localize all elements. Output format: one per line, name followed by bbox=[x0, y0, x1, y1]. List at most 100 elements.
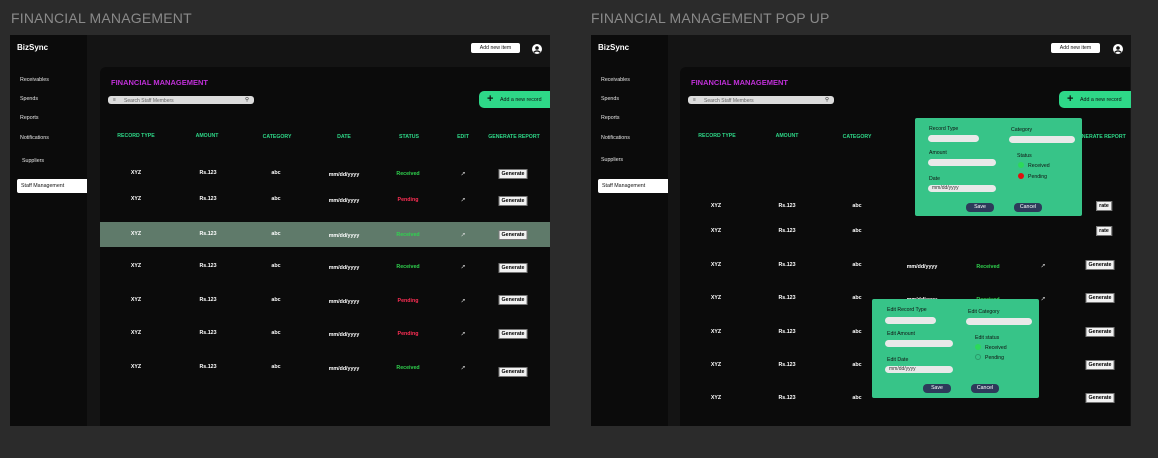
table-row-highlight[interactable] bbox=[100, 222, 550, 247]
sidebar: BizSync Receivables Spends Reports Notif… bbox=[591, 35, 668, 426]
generate-button[interactable]: Generate bbox=[1085, 260, 1115, 270]
generate-button[interactable]: Generate bbox=[498, 329, 528, 339]
generate-button-partial[interactable]: rate bbox=[1096, 226, 1112, 236]
date-label: Date bbox=[929, 176, 940, 182]
add-new-item-button[interactable]: Add new item bbox=[471, 43, 520, 53]
edit-icon[interactable]: ↗ bbox=[460, 232, 465, 239]
row-amount: Rs.123 bbox=[199, 196, 217, 202]
row-amount: Rs.123 bbox=[778, 329, 796, 335]
search-icon[interactable]: ⚲ bbox=[825, 97, 829, 103]
edit-received-radio[interactable] bbox=[975, 344, 981, 350]
sidebar-item-staff-management[interactable]: Staff Management bbox=[598, 179, 668, 193]
generate-button-partial[interactable]: rate bbox=[1096, 201, 1112, 211]
row-status: Received bbox=[396, 171, 420, 177]
page-title: FINANCIAL MANAGEMENT bbox=[111, 78, 208, 87]
sidebar-item-spends[interactable]: Spends bbox=[20, 96, 38, 102]
pending-radio[interactable] bbox=[1018, 173, 1024, 179]
edit-category-field[interactable] bbox=[966, 318, 1032, 325]
edit-cancel-button[interactable]: Cancel bbox=[971, 384, 999, 393]
edit-status-label: Edit status bbox=[975, 335, 1000, 341]
sidebar-item-spends[interactable]: Spends bbox=[601, 96, 619, 102]
add-new-item-button[interactable]: Add new item bbox=[1051, 43, 1100, 53]
generate-button[interactable]: Generate bbox=[1085, 293, 1115, 303]
edit-record-type-field[interactable] bbox=[885, 317, 936, 324]
amount-field[interactable] bbox=[928, 159, 996, 166]
add-record-button[interactable]: + Add a new record bbox=[1059, 91, 1131, 108]
row-date: mm/dd/yyyy bbox=[328, 233, 360, 239]
edit-record-popup: Edit Record Type Edit Category Edit Amou… bbox=[872, 299, 1039, 398]
sidebar-item-notifications[interactable]: Notifications bbox=[601, 135, 630, 141]
col-header-amount: AMOUNT bbox=[775, 133, 799, 139]
row-category: abc bbox=[271, 263, 281, 269]
sidebar-item-receivables[interactable]: Receivables bbox=[601, 77, 630, 83]
generate-button[interactable]: Generate bbox=[498, 169, 528, 179]
add-record-popup: Record Type Category Amount Status Recei… bbox=[915, 118, 1082, 216]
sidebar-item-staff-management[interactable]: Staff Management bbox=[17, 179, 87, 193]
row-amount: Rs.123 bbox=[778, 203, 796, 209]
col-header-amount: AMOUNT bbox=[195, 133, 219, 139]
record-type-field[interactable] bbox=[928, 135, 979, 142]
generate-button[interactable]: Generate bbox=[498, 263, 528, 273]
user-avatar-icon[interactable] bbox=[532, 44, 542, 54]
row-category: abc bbox=[271, 297, 281, 303]
row-status: Received bbox=[396, 264, 420, 270]
category-field[interactable] bbox=[1009, 136, 1075, 143]
generate-button[interactable]: Generate bbox=[498, 230, 528, 240]
brand-logo: BizSync bbox=[17, 43, 49, 52]
sidebar-item-suppliers[interactable]: Suppliers bbox=[22, 158, 44, 164]
sidebar-item-reports[interactable]: Reports bbox=[601, 115, 620, 121]
edit-save-button[interactable]: Save bbox=[923, 384, 951, 393]
frame-title-main: FINANCIAL MANAGEMENT bbox=[11, 10, 192, 26]
row-category: abc bbox=[852, 362, 862, 368]
user-avatar-icon[interactable] bbox=[1113, 44, 1123, 54]
row-record-type: XYZ bbox=[130, 263, 142, 269]
edit-icon[interactable]: ↗ bbox=[460, 171, 465, 178]
edit-icon[interactable]: ↗ bbox=[460, 298, 465, 305]
row-status: Pending bbox=[397, 197, 419, 203]
sidebar-item-reports[interactable]: Reports bbox=[20, 115, 39, 121]
generate-button[interactable]: Generate bbox=[498, 367, 528, 377]
edit-pending-radio[interactable] bbox=[975, 354, 981, 360]
generate-button[interactable]: Generate bbox=[1085, 360, 1115, 370]
edit-icon[interactable]: ↗ bbox=[460, 197, 465, 204]
cancel-button[interactable]: Cancel bbox=[1014, 203, 1042, 212]
row-record-type: XYZ bbox=[710, 362, 722, 368]
search-input[interactable]: ≡ Search Staff Members ⚲ bbox=[688, 96, 834, 104]
generate-button[interactable]: Generate bbox=[1085, 327, 1115, 337]
edit-icon[interactable]: ↗ bbox=[460, 365, 465, 372]
edit-icon[interactable]: ↗ bbox=[460, 331, 465, 338]
generate-button[interactable]: Generate bbox=[498, 196, 528, 206]
search-icon[interactable]: ⚲ bbox=[245, 97, 249, 103]
generate-button[interactable]: Generate bbox=[498, 295, 528, 305]
received-radio[interactable] bbox=[1018, 162, 1024, 168]
menu-icon: ≡ bbox=[113, 97, 116, 103]
edit-amount-field[interactable] bbox=[885, 340, 953, 347]
row-amount: Rs.123 bbox=[199, 330, 217, 336]
edit-icon[interactable]: ↗ bbox=[1040, 263, 1045, 270]
row-category: abc bbox=[271, 330, 281, 336]
row-amount: Rs.123 bbox=[199, 263, 217, 269]
search-input[interactable]: ≡ Search Staff Members ⚲ bbox=[108, 96, 254, 104]
row-record-type: XYZ bbox=[710, 228, 722, 234]
row-record-type: XYZ bbox=[710, 329, 722, 335]
sidebar-item-notifications[interactable]: Notifications bbox=[20, 135, 49, 141]
row-category: abc bbox=[852, 329, 862, 335]
col-header-generate-report: GENERATE REPORT bbox=[488, 134, 540, 140]
sidebar-item-suppliers[interactable]: Suppliers bbox=[601, 157, 623, 163]
main-panel: FINANCIAL MANAGEMENT ≡ Search Staff Memb… bbox=[100, 67, 550, 426]
edit-date-label: Edit Date bbox=[887, 357, 909, 363]
row-amount: Rs.123 bbox=[778, 228, 796, 234]
row-record-type: XYZ bbox=[710, 395, 722, 401]
edit-icon[interactable]: ↗ bbox=[1040, 296, 1045, 303]
edit-date-field[interactable]: mm/dd/yyyy bbox=[885, 366, 953, 373]
date-field[interactable]: mm/dd/yyyy bbox=[928, 185, 996, 192]
row-record-type: XYZ bbox=[130, 196, 142, 202]
add-record-button[interactable]: + Add a new record bbox=[479, 91, 550, 108]
row-date: mm/dd/yyyy bbox=[906, 264, 938, 270]
sidebar-item-receivables[interactable]: Receivables bbox=[20, 77, 49, 83]
save-button[interactable]: Save bbox=[966, 203, 994, 212]
edit-icon[interactable]: ↗ bbox=[460, 264, 465, 271]
generate-button[interactable]: Generate bbox=[1085, 393, 1115, 403]
col-header-date: DATE bbox=[337, 134, 351, 140]
frame-title-popup: FINANCIAL MANAGEMENT POP UP bbox=[591, 10, 830, 26]
